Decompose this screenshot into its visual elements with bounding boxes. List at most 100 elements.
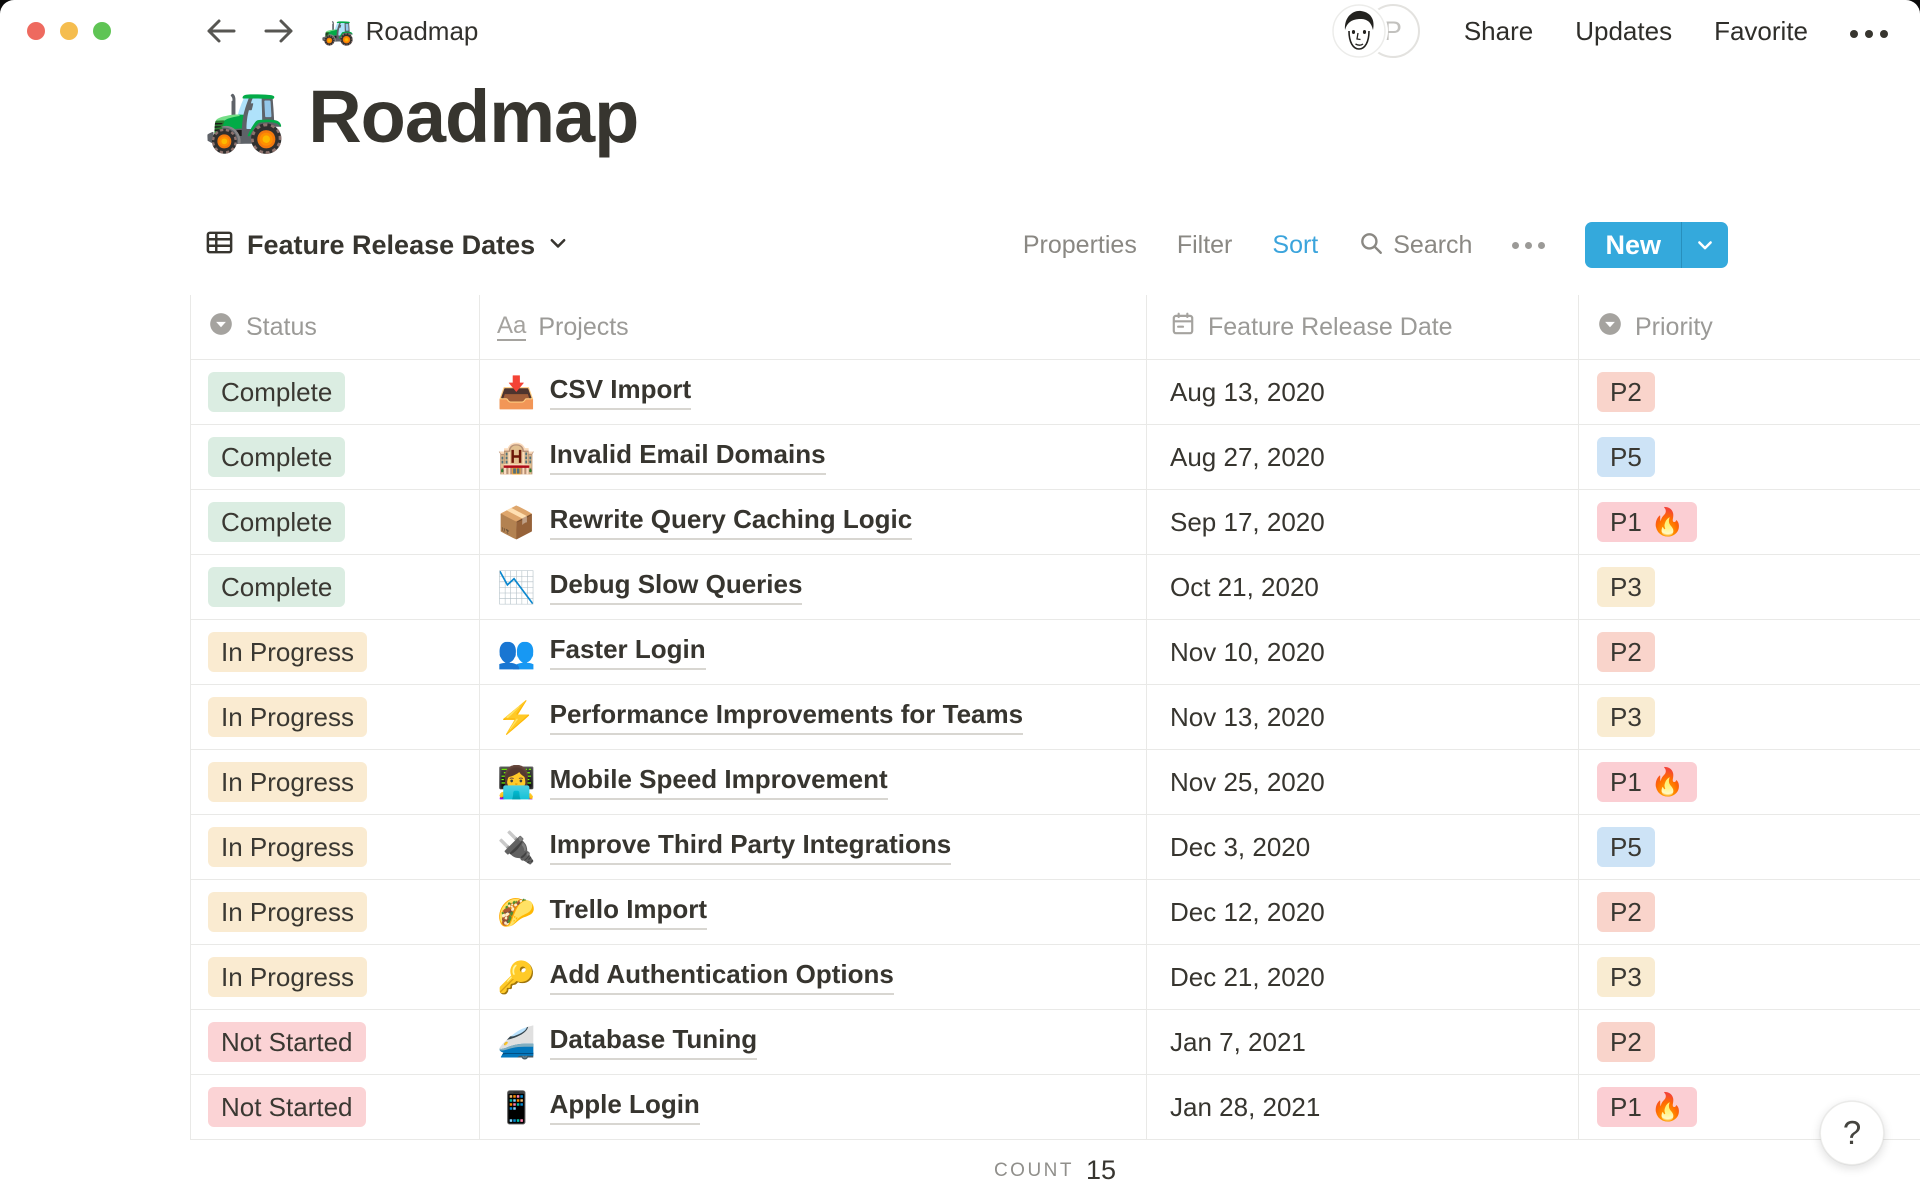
project-link[interactable]: Add Authentication Options [549, 959, 894, 995]
project-link[interactable]: Debug Slow Queries [549, 569, 803, 605]
priority-cell[interactable]: P1 🔥 [1578, 750, 1920, 814]
project-icon: 🔑 [497, 959, 536, 995]
project-link[interactable]: Performance Improvements for Teams [549, 699, 1024, 735]
project-link[interactable]: Rewrite Query Caching Logic [549, 504, 913, 540]
column-header-feature-release-date[interactable]: Feature Release Date [1146, 295, 1578, 359]
table-body: Complete 📥 CSV Import Aug 13, 2020 P2 Co… [191, 360, 1920, 1140]
project-link[interactable]: Invalid Email Domains [549, 439, 826, 475]
sidebar-menu-icon[interactable] [147, 19, 179, 43]
project-cell[interactable]: 📱 Apple Login [479, 1075, 1146, 1139]
database-table: Status Aa Projects Feature Release Date … [190, 295, 1920, 1140]
priority-badge: P2 [1597, 632, 1655, 672]
date-cell[interactable]: Nov 10, 2020 [1146, 620, 1578, 684]
project-link[interactable]: Faster Login [549, 634, 706, 670]
status-cell[interactable]: In Progress [191, 620, 479, 684]
project-cell[interactable]: 🔑 Add Authentication Options [479, 945, 1146, 1009]
date-cell[interactable]: Dec 12, 2020 [1146, 880, 1578, 944]
project-cell[interactable]: 🚄 Database Tuning [479, 1010, 1146, 1074]
view-switcher[interactable]: Feature Release Dates [204, 227, 569, 263]
status-cell[interactable]: Not Started [191, 1075, 479, 1139]
status-cell[interactable]: In Progress [191, 945, 479, 1009]
project-cell[interactable]: 🌮 Trello Import [479, 880, 1146, 944]
close-window-button[interactable] [27, 22, 45, 40]
new-button-label[interactable]: New [1585, 222, 1681, 268]
view-options-icon[interactable] [1512, 241, 1546, 249]
collaborator-avatars[interactable]: P [1331, 4, 1420, 58]
project-cell[interactable]: 🔌 Improve Third Party Integrations [479, 815, 1146, 879]
project-link[interactable]: Mobile Speed Improvement [549, 764, 888, 800]
column-header-status[interactable]: Status [191, 295, 479, 359]
status-cell[interactable]: In Progress [191, 685, 479, 749]
zoom-window-button[interactable] [93, 22, 111, 40]
project-cell[interactable]: 📦 Rewrite Query Caching Logic [479, 490, 1146, 554]
project-cell[interactable]: 📥 CSV Import [479, 360, 1146, 424]
date-cell[interactable]: Nov 13, 2020 [1146, 685, 1578, 749]
priority-cell[interactable]: P2 [1578, 1010, 1920, 1074]
project-cell[interactable]: 🏨 Invalid Email Domains [479, 425, 1146, 489]
status-cell[interactable]: Complete [191, 490, 479, 554]
project-cell[interactable]: 👩‍💻 Mobile Speed Improvement [479, 750, 1146, 814]
status-cell[interactable]: In Progress [191, 880, 479, 944]
date-cell[interactable]: Nov 25, 2020 [1146, 750, 1578, 814]
priority-cell[interactable]: P5 [1578, 425, 1920, 489]
project-cell[interactable]: 📉 Debug Slow Queries [479, 555, 1146, 619]
properties-button[interactable]: Properties [1023, 231, 1137, 260]
status-cell[interactable]: Not Started [191, 1010, 479, 1074]
project-link[interactable]: Improve Third Party Integrations [549, 829, 952, 865]
status-cell[interactable]: In Progress [191, 750, 479, 814]
date-cell[interactable]: Aug 27, 2020 [1146, 425, 1578, 489]
column-header-projects[interactable]: Aa Projects [479, 295, 1146, 359]
status-cell[interactable]: Complete [191, 360, 479, 424]
help-button[interactable]: ? [1820, 1101, 1884, 1165]
share-button[interactable]: Share [1464, 16, 1533, 47]
date-cell[interactable]: Oct 21, 2020 [1146, 555, 1578, 619]
back-arrow-icon[interactable] [205, 17, 237, 45]
project-cell[interactable]: 👥 Faster Login [479, 620, 1146, 684]
updates-button[interactable]: Updates [1575, 16, 1672, 47]
column-header-priority[interactable]: Priority [1578, 295, 1920, 359]
project-link[interactable]: Trello Import [549, 894, 708, 930]
status-cell[interactable]: Complete [191, 555, 479, 619]
breadcrumb[interactable]: 🚜 Roadmap [321, 16, 478, 47]
status-cell[interactable]: In Progress [191, 815, 479, 879]
minimize-window-button[interactable] [60, 22, 78, 40]
date-cell[interactable]: Jan 7, 2021 [1146, 1010, 1578, 1074]
priority-cell[interactable]: P5 [1578, 815, 1920, 879]
new-button-chevron-icon[interactable] [1681, 222, 1728, 268]
status-badge: Complete [208, 567, 346, 607]
page-title[interactable]: Roadmap [308, 74, 639, 159]
page-header: 🚜 Roadmap [204, 74, 639, 159]
date-cell[interactable]: Aug 13, 2020 [1146, 360, 1578, 424]
date-cell[interactable]: Dec 3, 2020 [1146, 815, 1578, 879]
date-cell[interactable]: Sep 17, 2020 [1146, 490, 1578, 554]
project-icon: 🏨 [497, 439, 536, 475]
priority-cell[interactable]: P3 [1578, 555, 1920, 619]
sort-button[interactable]: Sort [1272, 231, 1318, 260]
priority-cell[interactable]: P2 [1578, 620, 1920, 684]
search-button[interactable]: Search [1358, 230, 1472, 261]
project-link[interactable]: Apple Login [549, 1089, 700, 1125]
table-row: In Progress 👥 Faster Login Nov 10, 2020 … [191, 620, 1920, 685]
priority-cell[interactable]: P2 [1578, 880, 1920, 944]
project-cell[interactable]: ⚡ Performance Improvements for Teams [479, 685, 1146, 749]
project-icon: ⚡ [497, 699, 536, 735]
priority-badge: P5 [1597, 827, 1655, 867]
new-button[interactable]: New [1585, 222, 1728, 268]
priority-cell[interactable]: P3 [1578, 945, 1920, 1009]
project-icon: 📥 [497, 374, 536, 410]
forward-arrow-icon[interactable] [263, 17, 295, 45]
page-icon[interactable]: 🚜 [204, 84, 286, 150]
project-link[interactable]: Database Tuning [549, 1024, 758, 1060]
date-cell[interactable]: Dec 21, 2020 [1146, 945, 1578, 1009]
priority-cell[interactable]: P3 [1578, 685, 1920, 749]
filter-button[interactable]: Filter [1177, 231, 1233, 260]
priority-cell[interactable]: P1 🔥 [1578, 490, 1920, 554]
project-link[interactable]: CSV Import [549, 374, 692, 410]
table-row: Complete 📉 Debug Slow Queries Oct 21, 20… [191, 555, 1920, 620]
priority-cell[interactable]: P2 [1578, 360, 1920, 424]
more-options-icon[interactable] [1850, 24, 1888, 38]
date-value: Jan 7, 2021 [1170, 1026, 1306, 1057]
date-cell[interactable]: Jan 28, 2021 [1146, 1075, 1578, 1139]
favorite-button[interactable]: Favorite [1714, 16, 1808, 47]
status-cell[interactable]: Complete [191, 425, 479, 489]
